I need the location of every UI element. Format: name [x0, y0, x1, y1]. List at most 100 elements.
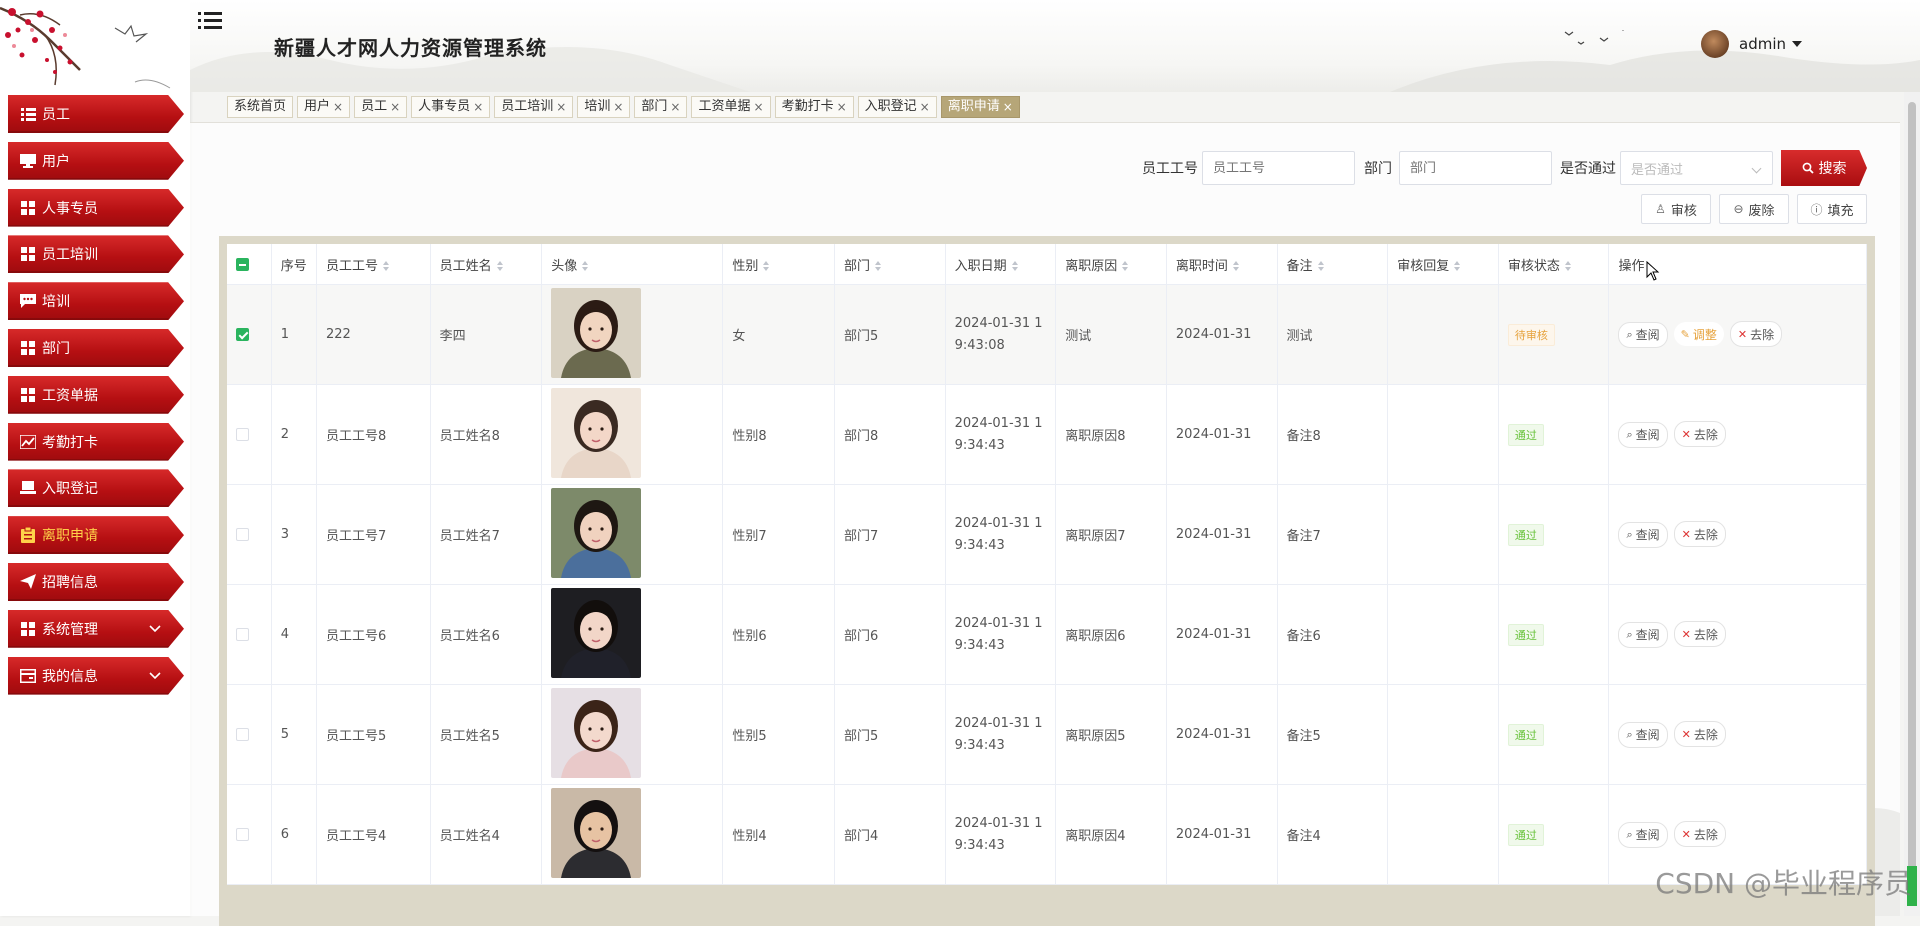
remove-button[interactable]: ✕ 去除	[1673, 721, 1726, 748]
abolish-button[interactable]: ⊖ 废除	[1719, 194, 1789, 224]
sort-icon[interactable]	[1564, 261, 1571, 271]
tab-3[interactable]: 人事专员 ×	[411, 96, 491, 118]
tab-0[interactable]: 系统首页	[227, 96, 294, 118]
sidebar-item-7[interactable]: 考勤打卡	[8, 422, 184, 461]
adjust-button[interactable]: ✎ 调整	[1673, 322, 1724, 347]
column-header[interactable]: 头像	[541, 244, 724, 285]
view-button[interactable]: ⌕ 查阅	[1618, 721, 1668, 748]
avatar-image[interactable]	[551, 287, 642, 378]
sidebar-item-1[interactable]: 用户	[8, 141, 184, 180]
fill-button[interactable]: ⓘ 填充	[1797, 194, 1867, 224]
row-checkbox[interactable]	[236, 528, 249, 541]
sidebar-item-5[interactable]: 部门	[8, 328, 184, 367]
table-row[interactable]: 5 员工工号5 员工姓名5 性别5 部门5 2024-01-31 1 9:34:43 离职原因…	[227, 684, 1867, 785]
close-icon[interactable]: ×	[390, 97, 400, 117]
tab-10[interactable]: 离职申请 ×	[940, 96, 1020, 118]
close-icon[interactable]: ×	[613, 97, 623, 117]
avatar-image[interactable]	[551, 787, 642, 878]
column-header[interactable]: 性别	[722, 244, 835, 285]
sort-icon[interactable]	[1454, 261, 1461, 271]
sort-icon[interactable]	[1232, 261, 1239, 271]
tab-9[interactable]: 入职登记 ×	[857, 96, 937, 118]
remove-button[interactable]: ✕ 去除	[1673, 421, 1726, 448]
tab-7[interactable]: 工资单据 ×	[691, 96, 771, 118]
search-button[interactable]: 搜索	[1781, 150, 1867, 186]
remove-button[interactable]: ✕ 去除	[1673, 621, 1726, 648]
view-button[interactable]: ⌕ 查阅	[1618, 621, 1668, 648]
sidebar-item-8[interactable]: 入职登记	[8, 469, 184, 508]
close-icon[interactable]: ×	[754, 97, 764, 117]
table-row[interactable]: 1 222 李四女部门5 2024-01-31 1 9:43:08 测试 2024-01-3…	[227, 284, 1867, 385]
column-header[interactable]: 离职原因	[1055, 244, 1167, 285]
column-header[interactable]: 备注	[1277, 244, 1389, 285]
avatar-image[interactable]	[551, 687, 642, 778]
tab-4[interactable]: 员工培训 ×	[494, 96, 574, 118]
sort-icon[interactable]	[582, 261, 589, 271]
remove-button[interactable]: ✕ 去除	[1729, 321, 1783, 348]
avatar-image[interactable]	[551, 487, 642, 578]
tab-6[interactable]: 部门 ×	[634, 96, 688, 118]
row-checkbox[interactable]	[236, 328, 249, 341]
close-icon[interactable]: ×	[556, 97, 566, 117]
sidebar-item-9[interactable]: 离职申请	[8, 516, 184, 555]
column-header[interactable]: 离职时间	[1166, 244, 1278, 285]
sort-icon[interactable]	[1011, 261, 1018, 271]
dept-input[interactable]	[1399, 151, 1552, 185]
sidebar-item-0[interactable]: 员工	[8, 95, 184, 133]
sort-icon[interactable]	[763, 261, 770, 271]
tab-8[interactable]: 考勤打卡 ×	[774, 96, 854, 118]
table-row[interactable]: 2 员工工号8 员工姓名8 性别8 部门8 2024-01-31 1 9:34:43 离职原因…	[227, 384, 1867, 485]
sidebar-item-11[interactable]: 系统管理	[8, 609, 184, 648]
close-icon[interactable]: ×	[473, 97, 483, 117]
review-button[interactable]: ♙ 审核	[1641, 194, 1711, 224]
column-header[interactable]: 员工姓名	[430, 244, 543, 285]
close-icon[interactable]: ×	[670, 97, 680, 117]
view-button[interactable]: ⌕ 查阅	[1618, 521, 1668, 548]
row-checkbox[interactable]	[236, 828, 249, 841]
row-checkbox[interactable]	[236, 728, 249, 741]
emp-no-input[interactable]	[1202, 151, 1355, 185]
column-header[interactable]: 审核状态	[1498, 244, 1610, 285]
avatar-image[interactable]	[551, 387, 642, 478]
row-checkbox[interactable]	[236, 628, 249, 641]
tab-2[interactable]: 员工 ×	[354, 96, 408, 118]
user-menu[interactable]: admin	[1701, 30, 1802, 58]
sort-icon[interactable]	[1317, 261, 1324, 271]
tab-1[interactable]: 用户 ×	[297, 96, 351, 118]
vertical-scrollbar[interactable]	[1904, 92, 1920, 916]
column-header[interactable]: 入职日期	[945, 244, 1057, 285]
view-button[interactable]: ⌕ 查阅	[1618, 321, 1668, 348]
sort-icon[interactable]	[1122, 261, 1129, 271]
close-icon[interactable]: ×	[837, 97, 847, 117]
sidebar-item-10[interactable]: 招聘信息	[8, 562, 184, 601]
tab-5[interactable]: 培训 ×	[577, 96, 631, 118]
table-row[interactable]: 4 员工工号6 员工姓名6 性别6 部门6 2024-01-31 1 9:34:43 离职原因…	[227, 584, 1867, 685]
column-header[interactable]: 审核回复	[1387, 244, 1499, 285]
sidebar-item-2[interactable]: 人事专员	[8, 188, 184, 227]
sidebar-item-3[interactable]: 员工培训	[8, 235, 184, 274]
sort-icon[interactable]	[875, 261, 881, 271]
sort-icon[interactable]	[383, 261, 390, 271]
close-icon[interactable]: ×	[333, 97, 343, 117]
view-button[interactable]: ⌕ 查阅	[1618, 421, 1668, 448]
sort-icon[interactable]	[496, 261, 503, 271]
table-frame: 序号 员工工号 员工姓名 头像 性别 部门 入职日期 离职原因 离职时间 备注 审核回复 审核状态 操作…	[219, 236, 1875, 926]
sidebar-item-6[interactable]: 工资单据	[8, 375, 184, 414]
column-header[interactable]: 员工工号	[316, 244, 431, 285]
row-checkbox[interactable]	[236, 428, 249, 441]
close-icon[interactable]: ×	[1003, 97, 1013, 117]
remove-button[interactable]: ✕ 去除	[1673, 521, 1726, 548]
table-row[interactable]: 3 员工工号7 员工姓名7 性别7 部门7 2024-01-31 1 9:34:43 离职原因…	[227, 484, 1867, 585]
table-row[interactable]: 6 员工工号4 员工姓名4 性别4 部门4 2024-01-31 1 9:34:43 离职原因…	[227, 784, 1867, 885]
close-icon[interactable]: ×	[920, 97, 930, 117]
sidebar-item-12[interactable]: 我的信息	[8, 656, 184, 695]
select-all-checkbox[interactable]	[236, 257, 249, 271]
scrollbar-thumb[interactable]	[1908, 102, 1916, 872]
menu-toggle-icon[interactable]	[198, 10, 222, 32]
column-header[interactable]: 部门	[834, 244, 946, 285]
remove-button[interactable]: ✕ 去除	[1673, 821, 1726, 848]
view-button[interactable]: ⌕ 查阅	[1618, 821, 1668, 848]
pass-select[interactable]: 是否通过	[1620, 151, 1773, 185]
avatar-image[interactable]	[551, 587, 642, 678]
sidebar-item-4[interactable]: 培训	[8, 282, 184, 321]
